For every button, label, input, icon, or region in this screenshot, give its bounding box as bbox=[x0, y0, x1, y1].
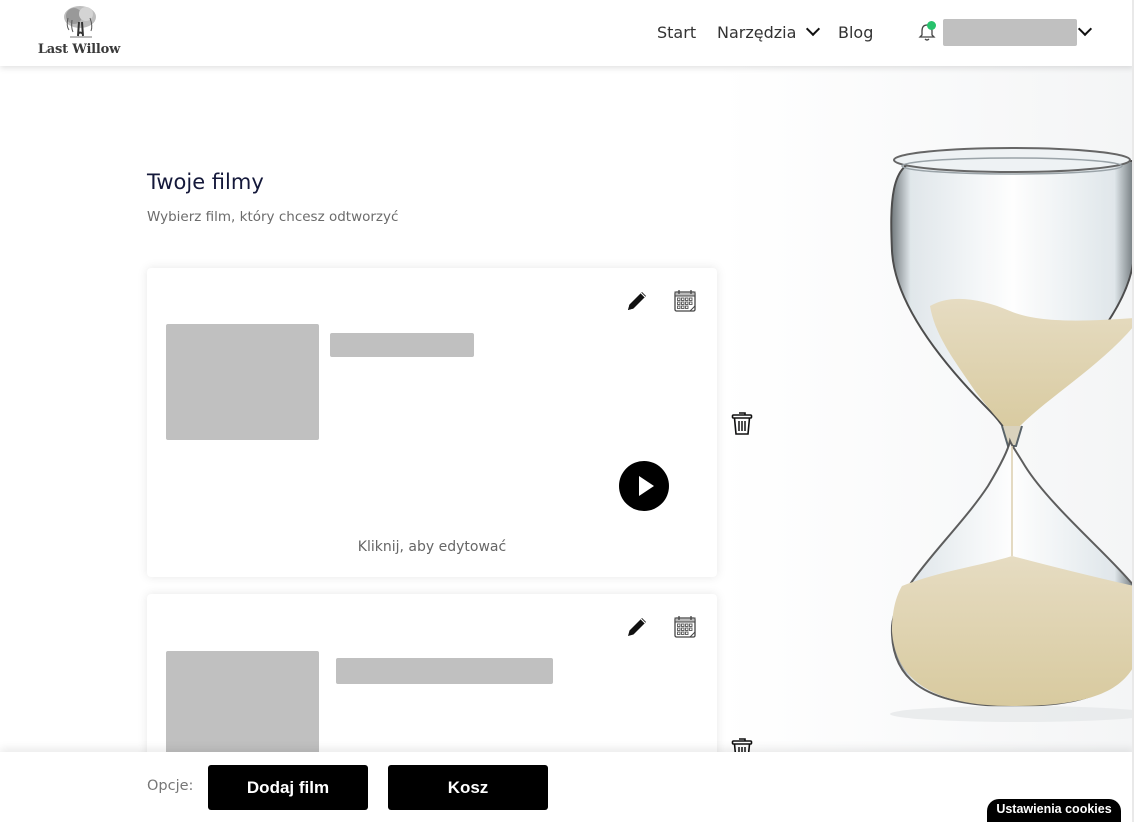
trash-icon[interactable] bbox=[731, 410, 753, 436]
options-label: Opcje: bbox=[147, 778, 194, 794]
play-button[interactable] bbox=[619, 461, 669, 511]
page-title: Twoje filmy bbox=[147, 170, 264, 194]
film-card[interactable]: Kliknij, aby edytować bbox=[147, 268, 717, 577]
user-menu-chevron-icon[interactable] bbox=[1077, 21, 1093, 37]
add-film-button[interactable]: Dodaj film bbox=[208, 765, 368, 810]
chevron-down-icon bbox=[806, 21, 821, 37]
header: Last Willow Start Narzędzia Blog bbox=[0, 0, 1134, 66]
film-thumbnail-placeholder[interactable] bbox=[166, 324, 319, 440]
logo-text: Last Willow bbox=[37, 42, 121, 57]
nav-tools-label: Narzędzia bbox=[717, 22, 797, 42]
options-bar: Opcje: Dodaj film Kosz bbox=[0, 752, 1134, 822]
calendar-icon[interactable] bbox=[673, 288, 697, 313]
user-name-placeholder[interactable] bbox=[943, 19, 1077, 46]
page: Last Willow Start Narzędzia Blog Twoje f… bbox=[0, 0, 1134, 822]
cookie-settings-button[interactable]: Ustawienia cookies bbox=[987, 799, 1121, 822]
willow-tree-icon bbox=[64, 6, 96, 38]
nav-blog-label: Blog bbox=[838, 22, 874, 42]
click-to-edit-hint[interactable]: Kliknij, aby edytować bbox=[147, 539, 717, 555]
film-title-placeholder bbox=[336, 658, 553, 684]
calendar-icon[interactable] bbox=[673, 614, 697, 639]
pencil-icon[interactable] bbox=[624, 288, 650, 314]
pencil-icon[interactable] bbox=[624, 614, 650, 640]
nav-tools[interactable]: Narzędzia bbox=[717, 20, 821, 44]
logo[interactable]: Last Willow bbox=[34, 4, 124, 60]
nav-blog[interactable]: Blog bbox=[838, 20, 873, 44]
notification-dot bbox=[927, 21, 936, 30]
page-subtitle: Wybierz film, który chcesz odtworzyć bbox=[147, 209, 399, 225]
film-title-placeholder bbox=[330, 333, 474, 357]
trash-bin-button[interactable]: Kosz bbox=[388, 765, 548, 810]
nav-start[interactable]: Start bbox=[657, 20, 696, 44]
hourglass-image bbox=[720, 66, 1134, 756]
film-thumbnail-placeholder[interactable] bbox=[166, 651, 319, 754]
nav-start-label: Start bbox=[657, 22, 697, 42]
